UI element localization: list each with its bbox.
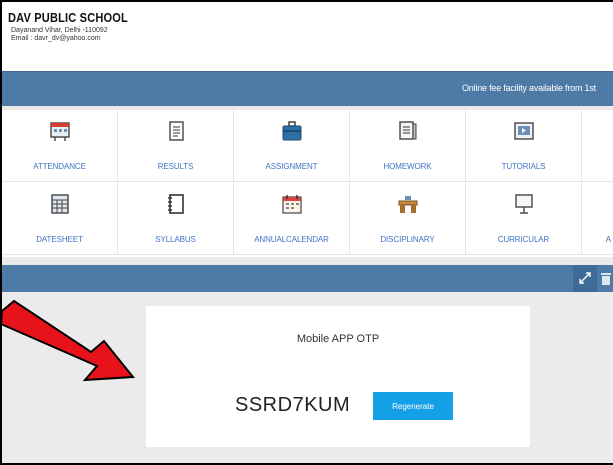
briefcase-icon bbox=[282, 121, 301, 141]
tile-tutorials[interactable]: TUTORIALS bbox=[466, 110, 582, 182]
notebook-icon bbox=[398, 121, 416, 140]
easel-board-icon bbox=[514, 194, 533, 214]
tile-curricular[interactable]: CURRICULAR bbox=[466, 183, 582, 255]
tile-label: DISCIPLINARY bbox=[380, 235, 435, 244]
tile-attendance[interactable]: ATTENDANCE bbox=[2, 110, 118, 182]
announcement-banner: Online fee facility available from 1st bbox=[2, 71, 613, 106]
tile-label: ATTENDANCE bbox=[33, 162, 86, 171]
tile-label: ASSIGNMENT bbox=[265, 162, 318, 171]
tile-assignment[interactable]: ASSIGNMENT bbox=[234, 110, 350, 182]
school-address: Dayanand Vihar, Delhi -110092 bbox=[11, 27, 108, 34]
tile-label: ANNUALCALENDAR bbox=[254, 235, 329, 244]
tile-label: TUTORIALS bbox=[501, 162, 546, 171]
binder-icon bbox=[167, 194, 184, 214]
tile-results[interactable]: RESULTS bbox=[118, 110, 234, 182]
tile-label: DATESHEET bbox=[36, 235, 83, 244]
expand-arrows-icon[interactable] bbox=[573, 265, 597, 292]
tile-label: A bbox=[605, 235, 611, 244]
desk-icon bbox=[398, 196, 417, 213]
trash-icon[interactable] bbox=[601, 272, 611, 285]
datasheet-grid-icon bbox=[50, 194, 69, 214]
regenerate-button[interactable]: Regenerate bbox=[373, 392, 453, 420]
school-header: DAV PUBLIC SCHOOL Dayanand Vihar, Delhi … bbox=[2, 2, 613, 71]
tile-partial[interactable] bbox=[582, 110, 613, 182]
tile-homework[interactable]: HOMEWORK bbox=[350, 110, 466, 182]
tile-datesheet[interactable]: DATESHEET bbox=[2, 183, 118, 255]
tile-label: RESULTS bbox=[157, 162, 194, 171]
otp-title: Mobile APP OTP bbox=[296, 333, 380, 345]
tile-disciplinary[interactable]: DISCIPLINARY bbox=[350, 183, 466, 255]
module-grid: ATTENDANCE RESULTS ASSIGNMENT HOMEWORK T… bbox=[2, 110, 613, 257]
school-email: Email : davr_dv@yahoo.com bbox=[11, 35, 101, 42]
tile-syllabus[interactable]: SYLLABUS bbox=[118, 183, 234, 255]
video-player-icon bbox=[513, 122, 534, 140]
tile-label: CURRICULAR bbox=[497, 235, 550, 244]
school-name: DAV PUBLIC SCHOOL bbox=[8, 10, 128, 25]
tile-label: SYLLABUS bbox=[155, 235, 196, 244]
tile-partial[interactable]: A bbox=[582, 183, 613, 255]
banner-marquee-text: Online fee facility available from 1st bbox=[462, 83, 596, 93]
panel-toolbar bbox=[2, 265, 613, 292]
tile-label: HOMEWORK bbox=[383, 162, 432, 171]
otp-code: SSRD7KUM bbox=[235, 394, 351, 416]
wall-calendar-icon bbox=[281, 195, 302, 214]
otp-card: Mobile APP OTP SSRD7KUM Regenerate bbox=[146, 306, 530, 447]
document-list-icon bbox=[168, 121, 184, 141]
tile-annual-calendar[interactable]: ANNUALCALENDAR bbox=[234, 183, 350, 255]
calendar-board-icon bbox=[49, 122, 70, 141]
